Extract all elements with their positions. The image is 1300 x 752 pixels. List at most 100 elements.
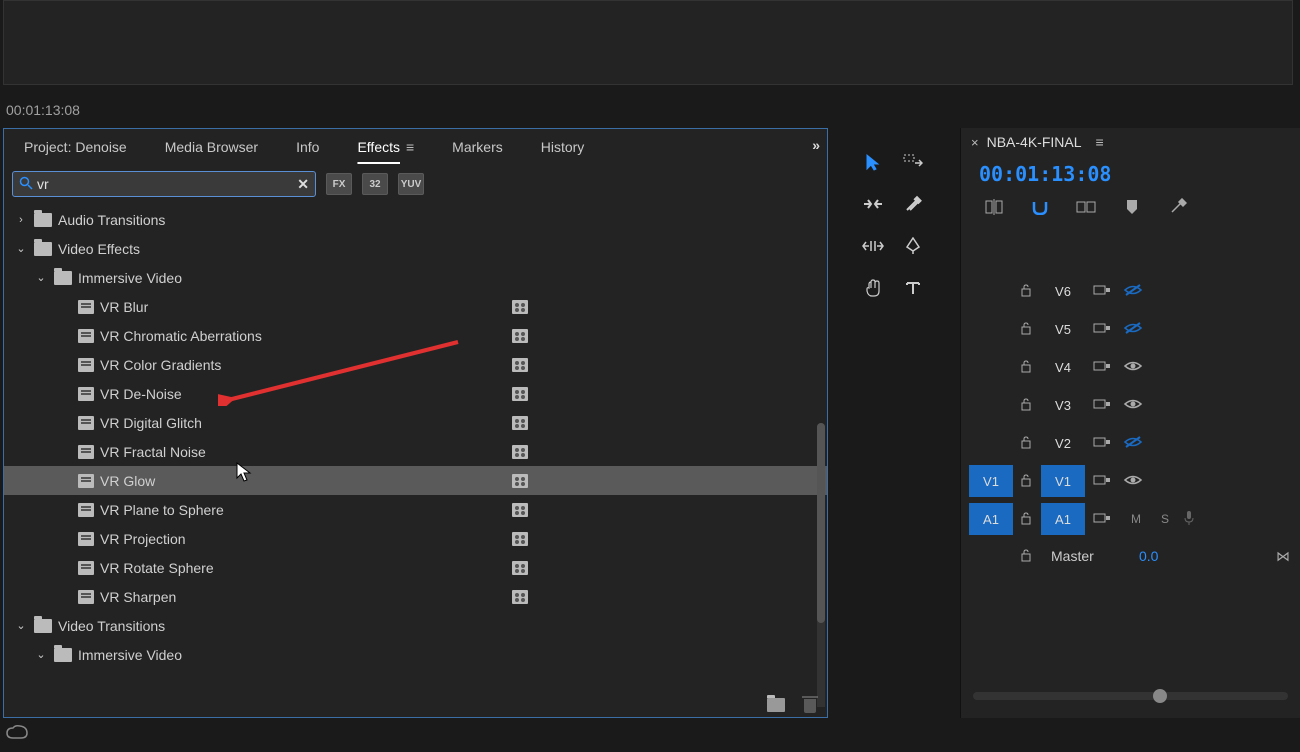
linked-selection-icon[interactable] [1075, 196, 1097, 218]
toggle-track-output-icon[interactable] [1123, 283, 1143, 300]
folder-immersive-video[interactable]: ⌄ Immersive Video [4, 263, 827, 292]
lock-icon[interactable] [1019, 548, 1035, 565]
lock-icon[interactable] [1019, 359, 1035, 376]
tab-effects[interactable]: Effects≡ [347, 131, 442, 163]
voiceover-icon[interactable] [1183, 510, 1199, 529]
video-track-row[interactable]: V4 [961, 348, 1300, 386]
trash-icon[interactable] [803, 697, 817, 713]
selection-tool[interactable] [859, 148, 887, 176]
track-target[interactable]: A1 [1041, 503, 1085, 535]
source-patch[interactable] [969, 427, 1013, 459]
lock-icon[interactable] [1019, 473, 1035, 490]
slip-tool[interactable] [859, 232, 887, 260]
lock-icon[interactable] [1019, 511, 1035, 528]
toggle-track-output-icon[interactable] [1123, 321, 1143, 338]
hand-tool[interactable] [859, 274, 887, 302]
expand-icon[interactable]: ⋈ [1276, 548, 1290, 565]
tab-media-browser[interactable]: Media Browser [155, 131, 286, 163]
video-track-row[interactable]: V5 [961, 310, 1300, 348]
source-patch[interactable] [969, 351, 1013, 383]
tab-markers[interactable]: Markers [442, 131, 531, 163]
settings-icon[interactable] [1167, 196, 1189, 218]
search-box[interactable]: ✕ [12, 171, 316, 197]
sync-lock-icon[interactable] [1093, 283, 1115, 300]
lock-icon[interactable] [1019, 283, 1035, 300]
source-patch[interactable] [969, 389, 1013, 421]
effect-item[interactable]: VR Fractal Noise [4, 437, 827, 466]
clear-search-icon[interactable]: ✕ [297, 176, 309, 193]
master-value[interactable]: 0.0 [1139, 548, 1158, 564]
solo-button[interactable]: S [1161, 512, 1175, 526]
effects-tree[interactable]: › Audio Transitions ⌄ Video Effects ⌄ Im… [4, 203, 827, 707]
filter-32bit[interactable]: 32 [362, 173, 388, 195]
folder-audio-transitions[interactable]: › Audio Transitions [4, 205, 827, 234]
new-bin-icon[interactable] [767, 698, 785, 712]
effect-item[interactable]: VR Digital Glitch [4, 408, 827, 437]
marker-icon[interactable] [1121, 196, 1143, 218]
pen-tool[interactable] [899, 232, 927, 260]
effect-item[interactable]: VR Blur [4, 292, 827, 321]
scrollbar[interactable] [817, 423, 825, 707]
timeline-zoom-scroll[interactable] [973, 692, 1288, 700]
lock-icon[interactable] [1019, 397, 1035, 414]
filter-accelerated[interactable]: FX [326, 173, 352, 195]
razor-tool[interactable] [899, 190, 927, 218]
search-input[interactable] [37, 176, 297, 192]
sync-lock-icon[interactable] [1093, 359, 1115, 376]
folder-video-transitions[interactable]: ⌄ Video Transitions [4, 611, 827, 640]
source-patch[interactable]: V1 [969, 465, 1013, 497]
sync-lock-icon[interactable] [1093, 473, 1115, 490]
toggle-track-output-icon[interactable] [1123, 397, 1143, 414]
ripple-edit-tool[interactable] [859, 190, 887, 218]
track-target[interactable]: V3 [1041, 389, 1085, 421]
panel-menu-icon[interactable]: ≡ [1096, 134, 1104, 150]
panel-menu-icon[interactable]: ≡ [406, 139, 414, 155]
sync-lock-icon[interactable] [1093, 511, 1115, 528]
video-track-row[interactable]: V3 [961, 386, 1300, 424]
track-target[interactable]: V4 [1041, 351, 1085, 383]
tab-history[interactable]: History [531, 131, 613, 163]
source-patch[interactable] [969, 313, 1013, 345]
effect-item[interactable]: VR Color Gradients [4, 350, 827, 379]
toggle-track-output-icon[interactable] [1123, 435, 1143, 452]
sequence-title[interactable]: NBA-4K-FINAL [987, 134, 1082, 150]
source-patch[interactable] [969, 275, 1013, 307]
video-track-row[interactable]: V6 [961, 272, 1300, 310]
folder-immersive-video-2[interactable]: ⌄ Immersive Video [4, 640, 827, 669]
creative-cloud-icon[interactable] [6, 723, 28, 746]
overflow-icon[interactable]: » [812, 137, 819, 153]
video-track-row[interactable]: V2 [961, 424, 1300, 462]
effect-item[interactable]: VR Projection [4, 524, 827, 553]
insert-mode-icon[interactable] [983, 196, 1005, 218]
timeline-timecode[interactable]: 00:01:13:08 [961, 156, 1300, 196]
sync-lock-icon[interactable] [1093, 397, 1115, 414]
track-select-tool[interactable] [899, 148, 927, 176]
track-target[interactable]: V6 [1041, 275, 1085, 307]
lock-icon[interactable] [1019, 321, 1035, 338]
effect-item[interactable]: VR Glow [4, 466, 827, 495]
snap-icon[interactable] [1029, 196, 1051, 218]
toggle-track-output-icon[interactable] [1123, 473, 1143, 490]
video-track-row[interactable]: V1 V1 [961, 462, 1300, 500]
effect-item[interactable]: VR Plane to Sphere [4, 495, 827, 524]
source-patch[interactable]: A1 [969, 503, 1013, 535]
mute-button[interactable]: M [1131, 512, 1145, 526]
tab-project[interactable]: Project: Denoise [14, 131, 155, 163]
sync-lock-icon[interactable] [1093, 321, 1115, 338]
track-target[interactable]: V2 [1041, 427, 1085, 459]
effect-item[interactable]: VR Chromatic Aberrations [4, 321, 827, 350]
filter-yuv[interactable]: YUV [398, 173, 424, 195]
folder-video-effects[interactable]: ⌄ Video Effects [4, 234, 827, 263]
audio-track-row[interactable]: A1 A1 M S [961, 500, 1300, 538]
type-tool[interactable] [899, 274, 927, 302]
track-target[interactable]: V1 [1041, 465, 1085, 497]
effect-item[interactable]: VR Sharpen [4, 582, 827, 611]
tab-info[interactable]: Info [286, 131, 347, 163]
effect-item[interactable]: VR Rotate Sphere [4, 553, 827, 582]
toggle-track-output-icon[interactable] [1123, 359, 1143, 376]
master-track-row[interactable]: Master0.0⋈ [961, 538, 1300, 574]
track-target[interactable]: V5 [1041, 313, 1085, 345]
sync-lock-icon[interactable] [1093, 435, 1115, 452]
effect-item[interactable]: VR De-Noise [4, 379, 827, 408]
lock-icon[interactable] [1019, 435, 1035, 452]
